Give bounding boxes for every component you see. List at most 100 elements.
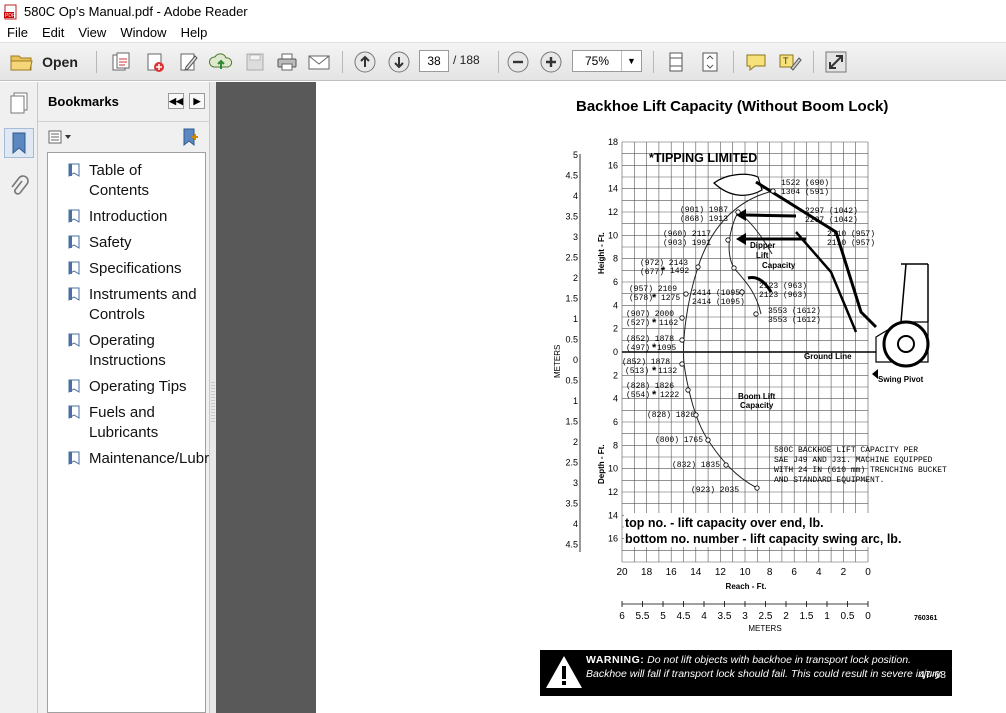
zoom-in-button[interactable] [538, 49, 564, 75]
bookmark-item[interactable]: Fuels and Lubricants [48, 401, 205, 447]
bookmark-item[interactable]: Operating Tips [48, 375, 205, 401]
x-m-tick: 5 [660, 611, 666, 622]
capacity-value-label: 2414 (1095) [692, 298, 745, 307]
bookmark-options-button[interactable] [48, 129, 74, 145]
create-pdf-icon [112, 52, 130, 71]
bookmark-label: Table of Contents [89, 162, 150, 199]
new-bookmark-button[interactable] [180, 127, 200, 147]
toolbar-separator [342, 51, 343, 73]
y-m-tick: 3 [573, 478, 578, 488]
menu-file[interactable]: File [0, 25, 35, 40]
bookmark-icon [68, 209, 80, 223]
bookmark-item[interactable]: Safety [48, 231, 205, 257]
menu-help[interactable]: Help [174, 25, 215, 40]
scrolling-mode-button[interactable] [663, 49, 689, 75]
bookmark-icon [68, 163, 80, 177]
full-screen-button[interactable] [823, 49, 849, 75]
capacity-value-label: 1275 [661, 294, 680, 303]
navigation-pane-strip [0, 82, 38, 713]
y-m-tick: 2.5 [565, 253, 578, 263]
capacity-point-marker [723, 462, 729, 468]
capacity-value-label: (497) [626, 344, 650, 353]
page-total: / 188 [453, 53, 480, 67]
bookmark-item[interactable]: Instruments and Controls [48, 283, 205, 329]
x-ft-tick: 6 [791, 567, 797, 578]
bookmark-item[interactable]: Operating Instructions [48, 329, 205, 375]
arrow-head [736, 233, 746, 245]
edit-pdf-button[interactable] [176, 49, 202, 75]
page-thumbnails-button[interactable] [4, 88, 34, 118]
combine-files-button[interactable] [142, 49, 168, 75]
pdf-page: Backhoe Lift Capacity (Without Boom Lock… [316, 82, 1006, 713]
bookmark-item[interactable]: Table of Contents [48, 159, 205, 205]
capacity-value-label: (868) 1913 [680, 215, 728, 224]
x-ft-tick: 18 [641, 567, 653, 578]
y-ft-tick: 6 [613, 417, 618, 427]
y-m-tick: 4 [573, 191, 578, 201]
attachments-button[interactable] [4, 172, 34, 202]
menu-view[interactable]: View [71, 25, 113, 40]
y-m-tick: 4.5 [565, 171, 578, 181]
x-m-tick: 3.5 [718, 611, 732, 622]
menu-edit[interactable]: Edit [35, 25, 71, 40]
upload-button[interactable] [208, 49, 234, 75]
bookmark-icon [68, 379, 80, 393]
previous-page-button[interactable] [352, 49, 378, 75]
bookmark-item[interactable]: Specifications [48, 257, 205, 283]
x-ft-tick: 10 [739, 567, 751, 578]
comment-button[interactable] [743, 49, 769, 75]
capacity-value-label: (907) 2000 [626, 310, 674, 319]
bookmark-icon [68, 405, 80, 419]
toolbar-separator [733, 51, 734, 73]
capacity-value-label: (852) 1878 [622, 358, 670, 367]
arrow-up-icon [354, 51, 376, 73]
svg-text:PDF: PDF [5, 13, 15, 19]
save-button[interactable] [242, 49, 268, 75]
create-pdf-button[interactable] [108, 49, 134, 75]
y-ft-tick: 0 [613, 347, 618, 357]
hide-panel-icon[interactable]: ▶ [189, 93, 205, 109]
y-m-tick: 1.5 [565, 294, 578, 304]
zoom-select[interactable]: 75% ▼ [572, 50, 642, 72]
y-m-tick: 2 [573, 437, 578, 447]
document-viewport[interactable]: Backhoe Lift Capacity (Without Boom Lock… [216, 82, 1006, 713]
capacity-value-label: (513) [625, 367, 649, 376]
email-button[interactable] [306, 49, 332, 75]
capacity-value-label: 2297 (1042) [805, 207, 858, 216]
legend-top-number: top no. - lift capacity over end, lb. [625, 516, 824, 530]
bookmark-item[interactable]: Introduction [48, 205, 205, 231]
next-page-button[interactable] [386, 49, 412, 75]
bookmark-item[interactable]: Maintenance/Lubrication [48, 447, 252, 473]
page-number-input[interactable]: 38 [419, 50, 449, 72]
capacity-value-label: 1522 (690) [781, 179, 829, 188]
x-m-tick: 0 [865, 611, 871, 622]
warning-text: WARNING: Do not lift objects with backho… [586, 654, 948, 681]
fit-page-button[interactable] [697, 49, 723, 75]
print-button[interactable] [274, 49, 300, 75]
capacity-point-marker [731, 265, 737, 271]
collapse-panel-icon[interactable]: ◀◀ [168, 93, 184, 109]
meters-label: METERS [553, 345, 562, 378]
y-ft-tick: 18 [608, 137, 618, 147]
capacity-value-label: (828) 1826 [647, 411, 695, 420]
tipping-asterisk: * [652, 389, 657, 401]
bookmark-label: Specifications [89, 260, 182, 277]
minus-circle-icon [507, 51, 529, 73]
capacity-point-marker [679, 361, 685, 367]
printer-icon [277, 53, 297, 71]
save-disk-icon [246, 53, 264, 71]
y-ft-tick: 2 [613, 324, 618, 334]
x-m-tick: 1.5 [800, 611, 814, 622]
highlight-button[interactable]: T [777, 49, 803, 75]
chevron-down-icon[interactable]: ▼ [621, 51, 641, 71]
open-button[interactable]: Open [8, 49, 80, 75]
menu-window[interactable]: Window [113, 25, 173, 40]
zoom-out-button[interactable] [505, 49, 531, 75]
capacity-value-label: 2110 (957) [827, 239, 875, 248]
bookmarks-tab-button[interactable] [4, 128, 34, 158]
capacity-value-label: 3553 (1612) [768, 307, 821, 316]
capacity-point-marker [693, 412, 699, 418]
y-m-tick: 4 [573, 519, 578, 529]
warning-title: WARNING: [586, 654, 645, 666]
bookmark-label: Instruments and Controls [89, 286, 197, 323]
